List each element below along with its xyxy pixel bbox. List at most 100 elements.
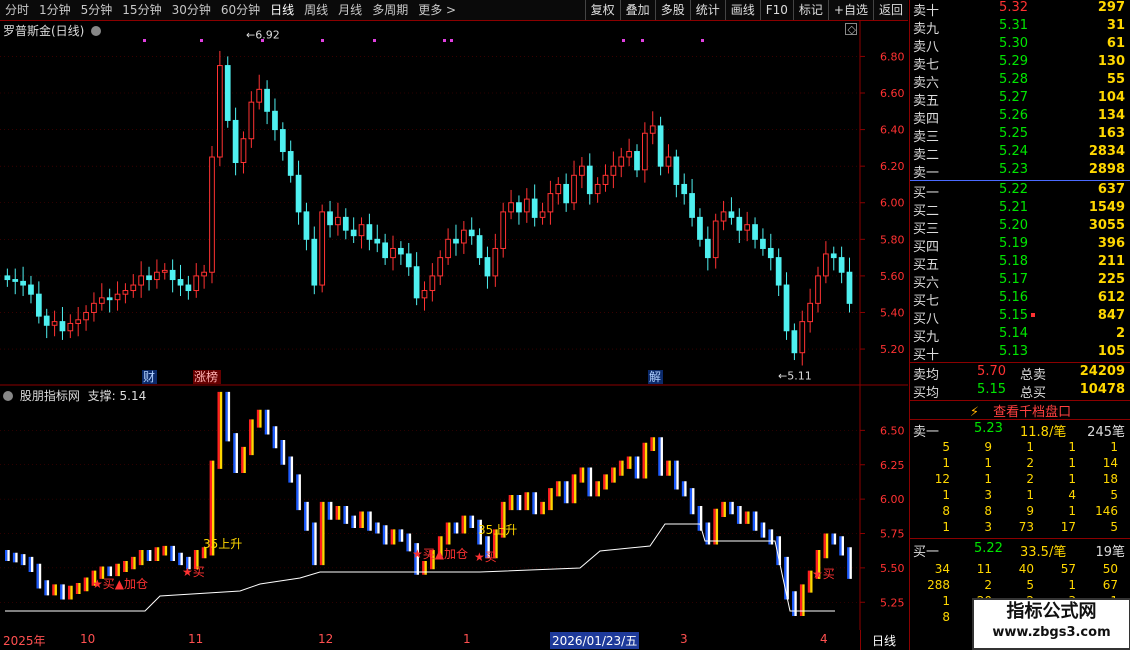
bid-row[interactable]: 买十 5.13 105	[910, 344, 1130, 363]
y-tick-label: 5.50	[880, 562, 905, 575]
chevron-down-icon[interactable]	[91, 26, 102, 36]
candle-body	[51, 321, 58, 326]
toolbar-button[interactable]: 叠加	[619, 0, 655, 20]
toolbar-button[interactable]: 标记	[792, 0, 828, 20]
candle-body	[59, 321, 66, 332]
period-tab[interactable]: 多周期	[367, 0, 413, 20]
y-tick-label: 5.80	[880, 233, 905, 246]
indicator-block	[558, 481, 561, 497]
period-tab[interactable]: 日线	[265, 0, 299, 20]
candle-body	[712, 220, 719, 259]
indicator-block	[621, 460, 624, 476]
bid-row[interactable]: 买一 5.22 637	[910, 182, 1130, 201]
toolbar-button[interactable]: 画线	[724, 0, 760, 20]
toolbar-button[interactable]: +自选	[827, 0, 873, 20]
signal-dot	[701, 39, 704, 42]
queue-cell: 34	[934, 562, 950, 576]
queue-count: 19笔	[1095, 545, 1125, 560]
bid-row[interactable]: 买五 5.18 211	[910, 254, 1130, 273]
ask-row[interactable]: 卖二 5.24 2834	[910, 144, 1130, 163]
chart-title: 罗普斯金(日线)	[3, 22, 102, 39]
level2-button[interactable]: ⚡ 查看千档盘口	[910, 401, 1130, 420]
signal-dot	[143, 39, 146, 42]
ask-row[interactable]: 卖四 5.26 134	[910, 108, 1130, 127]
candle-body	[626, 151, 632, 158]
period-tab[interactable]: 60分钟	[216, 0, 265, 20]
indicator-block	[327, 501, 331, 520]
bid-row[interactable]: 买九 5.14 2	[910, 326, 1130, 345]
candlestick-chart[interactable]: 6.80 6.60 6.40 6.20 6.00 5.80 5.60 5.40 5.20 ←6.9…	[0, 21, 908, 386]
bid-row[interactable]: 买七 5.16 612	[910, 290, 1130, 309]
queue-cell: 57	[1060, 562, 1076, 576]
indicator-block	[70, 585, 73, 600]
ask-row[interactable]: 卖七 5.29 130	[910, 54, 1130, 73]
bid-row[interactable]: 买二 5.21 1549	[910, 200, 1130, 219]
ask-row[interactable]: 卖九 5.31 31	[910, 18, 1130, 37]
queue-cell: 17	[1060, 520, 1076, 534]
period-tab[interactable]: 月线	[333, 0, 367, 20]
bid-row[interactable]: 买四 5.19 396	[910, 236, 1130, 255]
period-tab[interactable]: 5分钟	[76, 0, 118, 20]
queue-header: 卖一 5.23 11.8/笔 245笔	[910, 421, 1130, 440]
x-axis-label: 12	[318, 632, 334, 646]
indicator-block	[511, 495, 514, 511]
y-tick-label: 6.00	[880, 493, 905, 506]
toolbar-button[interactable]: 复权	[584, 0, 620, 20]
period-tab[interactable]: 周线	[299, 0, 333, 20]
ask-row[interactable]: 卖三 5.25 163	[910, 126, 1130, 145]
indicator-block	[125, 561, 128, 572]
period-tab[interactable]: 30分钟	[167, 0, 216, 20]
bid-row[interactable]: 买三 5.20 3055	[910, 218, 1130, 237]
indicator-block	[550, 488, 553, 511]
ask-row[interactable]: 卖六 5.28 55	[910, 72, 1130, 91]
ask-row[interactable]: 卖八 5.30 61	[910, 36, 1130, 55]
indicator-svg[interactable]: 6.50 6.25 6.00 5.75 5.50 5.25 35上升 35上升 ★买▲加仓 ★买 ★…	[0, 386, 908, 630]
period-tab[interactable]: 1分钟	[34, 0, 76, 20]
queue-cell: 18	[1102, 472, 1118, 486]
indicator-block	[359, 511, 362, 528]
candle-body	[185, 284, 192, 292]
indicator-block	[831, 533, 834, 545]
bid-row[interactable]: 买八 5.15 847	[910, 308, 1130, 327]
lightning-icon: ⚡	[969, 405, 980, 420]
queue-cell: 50	[1102, 562, 1118, 576]
candle-body	[177, 279, 184, 286]
avg-label: 卖均	[913, 368, 940, 383]
queue-price: 5.23	[974, 421, 1003, 436]
period-tab[interactable]: 更多 >	[413, 0, 461, 20]
indicator-block	[23, 554, 26, 566]
indicator-chart[interactable]: 6.50 6.25 6.00 5.75 5.50 5.25 35上升 35上升 ★买▲加仓 ★买 ★…	[0, 386, 908, 630]
indicator-block	[668, 460, 671, 476]
toolbar-button[interactable]: 返回	[872, 0, 908, 20]
signal-annotation: 35上升	[203, 537, 242, 551]
ask-row[interactable]: 卖十 5.32 297	[910, 0, 1130, 19]
maximize-icon[interactable]	[845, 23, 857, 35]
period-tab[interactable]: 分时	[0, 0, 34, 20]
toolbar-button[interactable]: F10	[759, 0, 793, 20]
toolbar-button[interactable]: 多股	[654, 0, 690, 20]
indicator-block	[109, 566, 113, 577]
main-chart[interactable]: 6.80 6.60 6.40 6.20 6.00 5.80 5.60 5.40 5.20 ←6.9…	[0, 21, 908, 386]
candle-body	[75, 319, 82, 324]
signal-dot	[321, 39, 324, 42]
toolbar-button[interactable]: 统计	[689, 0, 725, 20]
period-tab[interactable]: 15分钟	[117, 0, 166, 20]
avg-price: 5.70	[977, 364, 1006, 379]
indicator-block	[736, 506, 740, 524]
row-volume: 297	[1097, 0, 1125, 15]
queue-cell: 1	[942, 594, 950, 608]
candle-body	[453, 238, 459, 244]
indicator-block	[469, 515, 472, 528]
candle-body	[657, 125, 664, 167]
signal-dot	[450, 39, 453, 42]
queue-amount: 11.8/笔	[1020, 425, 1067, 440]
queue-label: 卖一	[913, 425, 940, 440]
chevron-down-icon[interactable]	[3, 391, 13, 401]
indicator-block	[38, 563, 42, 589]
indicator-block	[5, 550, 8, 561]
ask-row[interactable]: 卖五 5.27 104	[910, 90, 1130, 109]
row-price: 5.13	[999, 344, 1028, 359]
queue-cell: 1	[942, 520, 950, 534]
bid-row[interactable]: 买六 5.17 225	[910, 272, 1130, 291]
ask-row[interactable]: 卖一 5.23 2898	[910, 162, 1130, 181]
